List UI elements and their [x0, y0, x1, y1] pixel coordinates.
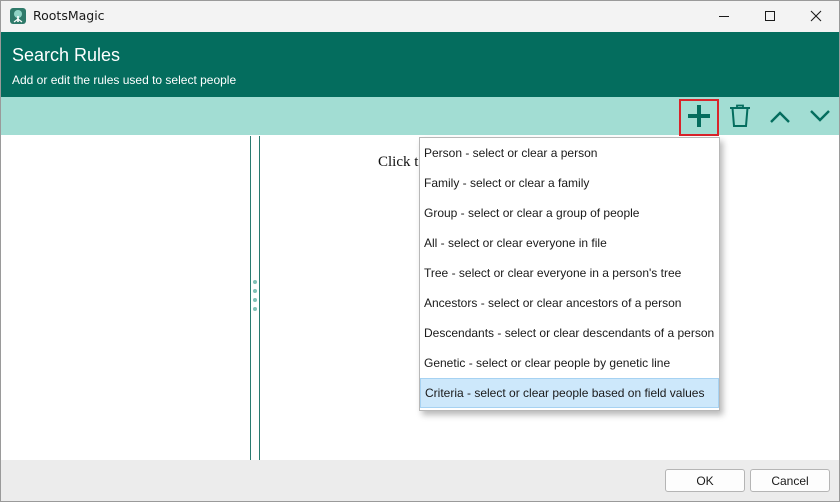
dialog-footer: OK Cancel	[1, 460, 839, 501]
ok-button[interactable]: OK	[665, 469, 745, 492]
menu-item-person[interactable]: Person - select or clear a person	[420, 138, 719, 168]
menu-item-ancestors[interactable]: Ancestors - select or clear ancestors of…	[420, 288, 719, 318]
minimize-icon	[719, 16, 729, 17]
splitter-grip-dot	[253, 298, 257, 302]
menu-item-all[interactable]: All - select or clear everyone in file	[420, 228, 719, 258]
page-title: Search Rules	[12, 45, 121, 65]
move-up-button[interactable]	[763, 97, 797, 135]
menu-item-group[interactable]: Group - select or clear a group of peopl…	[420, 198, 719, 228]
dialog-window: RootsMagic Search Rules Add or edit the …	[0, 0, 840, 502]
splitter-grip-dot	[253, 289, 257, 293]
close-button[interactable]	[793, 1, 839, 32]
menu-item-criteria[interactable]: Criteria - select or clear people based …	[420, 378, 719, 408]
trash-icon	[730, 104, 750, 127]
menu-item-genetic[interactable]: Genetic - select or clear people by gene…	[420, 348, 719, 378]
menu-item-family[interactable]: Family - select or clear a family	[420, 168, 719, 198]
minimize-button[interactable]	[701, 1, 747, 32]
chevron-up-icon	[770, 111, 790, 123]
delete-rule-button[interactable]	[723, 97, 757, 135]
splitter-grip-dot	[253, 307, 257, 311]
move-down-button[interactable]	[803, 97, 837, 135]
menu-item-tree[interactable]: Tree - select or clear everyone in a per…	[420, 258, 719, 288]
title-bar[interactable]: RootsMagic	[1, 1, 839, 32]
pane-splitter[interactable]	[250, 136, 260, 460]
splitter-grip-dot	[253, 280, 257, 284]
window-title: RootsMagic	[33, 8, 105, 23]
rootsmagic-logo-icon	[10, 8, 26, 24]
page-subtitle: Add or edit the rules used to select peo…	[12, 73, 237, 87]
chevron-down-icon	[810, 110, 830, 122]
maximize-button[interactable]	[747, 1, 793, 32]
dialog-header: Search Rules Add or edit the rules used …	[1, 32, 839, 97]
close-icon	[810, 10, 822, 22]
instruction-text: Click t	[378, 154, 419, 170]
menu-item-descendants[interactable]: Descendants - select or clear descendant…	[420, 318, 719, 348]
add-rule-menu: Person - select or clear a person Family…	[419, 137, 720, 411]
rules-list-pane[interactable]	[1, 136, 250, 460]
maximize-icon	[765, 11, 775, 21]
cancel-button[interactable]: Cancel	[750, 469, 830, 492]
add-button-highlight	[679, 99, 719, 136]
